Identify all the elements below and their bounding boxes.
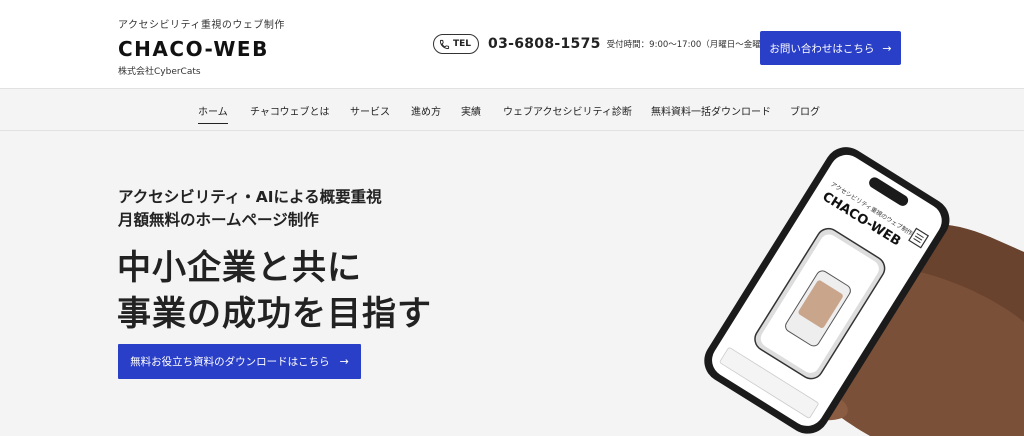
download-button-label: 無料お役立ち資料のダウンロードはこちら (130, 356, 330, 368)
contact-info: TEL 03-6808-1575 受付時間：9:00〜17:00（月曜日〜金曜日… (433, 34, 778, 54)
nav-item-downloads[interactable]: 無料資料一括ダウンロード (651, 103, 771, 118)
business-hours: 受付時間：9:00〜17:00（月曜日〜金曜日） (606, 40, 778, 50)
hand-holding-phone-image: アクセシビリティ重視のウェブ制作 CHACO-WEB (704, 147, 1024, 436)
brand[interactable]: アクセシビリティ重視のウェブ制作 CHACO-WEB 株式会社CyberCats (118, 16, 285, 77)
site-tagline: アクセシビリティ重視のウェブ制作 (118, 20, 285, 31)
nav-item-about[interactable]: チャコウェブとは (250, 103, 330, 118)
hero-section: アクセシビリティ・AIによる概要重視 月額無料のホームページ制作 中小企業と共に… (0, 132, 1024, 436)
tel-number[interactable]: 03-6808-1575 (488, 36, 601, 52)
site-header: アクセシビリティ重視のウェブ制作 CHACO-WEB 株式会社CyberCats… (0, 0, 1024, 88)
hero-lead-line2: 月額無料のホームページ制作 (118, 211, 319, 229)
contact-button[interactable]: お問い合わせはこちら → (760, 31, 901, 65)
arrow-right-icon: → (882, 41, 892, 55)
nav-item-services[interactable]: サービス (350, 103, 390, 118)
hero-headline-line2: 事業の成功を目指す (117, 294, 432, 334)
company-name: 株式会社CyberCats (118, 67, 201, 77)
phone-icon (439, 39, 450, 49)
arrow-right-icon: → (339, 355, 349, 368)
tel-badge-label: TEL (453, 39, 472, 49)
hero-headline-line1: 中小企業と共に (117, 248, 362, 288)
nav-item-accessibility-audit[interactable]: ウェブアクセシビリティ診断 (503, 103, 632, 118)
hero-lead-line1: アクセシビリティ・AIによる概要重視 (118, 188, 382, 206)
download-button[interactable]: 無料お役立ち資料のダウンロードはこちら → (118, 344, 361, 379)
tel-badge: TEL (433, 34, 480, 54)
nav-item-home[interactable]: ホーム (198, 103, 228, 124)
nav-item-works[interactable]: 実績 (461, 103, 481, 118)
site-logo[interactable]: CHACO-WEB (118, 37, 285, 61)
nav-item-blog[interactable]: ブログ (790, 103, 820, 118)
main-nav: ホーム チャコウェブとは サービス 進め方 実績 ウェブアクセシビリティ診断 無… (0, 88, 1024, 131)
contact-button-label: お問い合わせはこちら (769, 42, 875, 55)
nav-item-process[interactable]: 進め方 (411, 103, 441, 118)
